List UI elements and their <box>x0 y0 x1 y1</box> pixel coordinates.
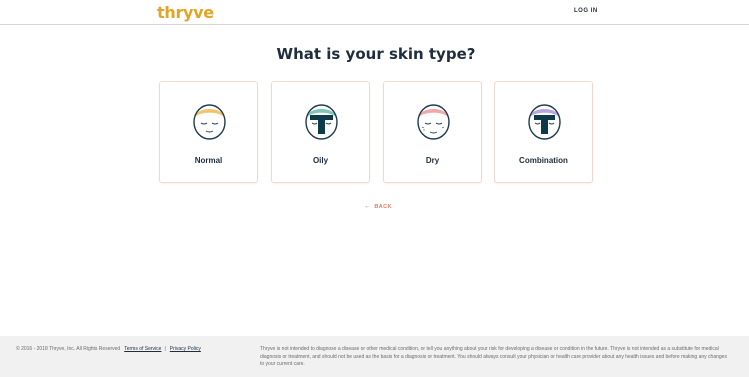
site-header: thryve LOG IN <box>0 0 749 25</box>
skin-type-card-combination[interactable]: Combination <box>494 81 593 183</box>
skin-type-label-oily: Oily <box>312 156 329 165</box>
back-button[interactable]: ← BACK <box>364 203 392 210</box>
arrow-left-icon: ← <box>364 203 372 210</box>
back-label: BACK <box>374 203 392 210</box>
skin-type-options: Normal Oily Dry Combination <box>0 81 749 183</box>
copyright-text: © 2016 - 2018 Thryve, Inc. All Rights Re… <box>16 346 121 352</box>
dry-skin-face-icon <box>417 104 450 140</box>
skin-type-label-normal: Normal <box>194 156 223 165</box>
skin-type-card-dry[interactable]: Dry <box>383 81 482 183</box>
skin-type-label-dry: Dry <box>425 156 440 165</box>
medical-disclaimer: Thryve is not intended to diagnose a dis… <box>260 346 727 368</box>
skin-type-card-normal[interactable]: Normal <box>159 81 258 183</box>
oily-skin-face-icon <box>305 104 338 140</box>
combination-skin-face-icon <box>528 104 561 140</box>
page-title: What is your skin type? <box>276 45 476 63</box>
link-separator: | <box>164 346 166 352</box>
login-link[interactable]: LOG IN <box>574 8 598 14</box>
terms-of-service-link[interactable]: Terms of Service <box>124 346 161 352</box>
site-footer: © 2016 - 2018 Thryve, Inc. All Rights Re… <box>0 336 749 377</box>
normal-skin-face-icon <box>193 104 226 140</box>
skin-type-label-combination: Combination <box>519 156 568 165</box>
privacy-policy-link[interactable]: Privacy Policy <box>170 346 201 352</box>
footer-links: © 2016 - 2018 Thryve, Inc. All Rights Re… <box>16 346 201 352</box>
thryve-logo[interactable]: thryve <box>157 3 214 22</box>
skin-type-card-oily[interactable]: Oily <box>271 81 370 183</box>
